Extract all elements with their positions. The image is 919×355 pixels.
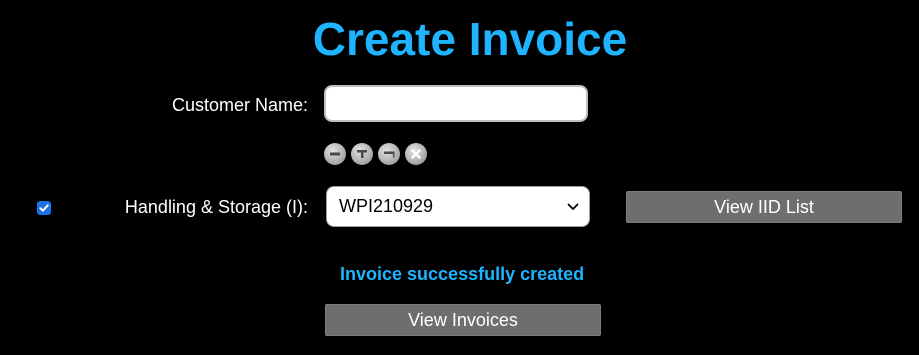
page-title: Create Invoice — [312, 13, 628, 65]
handling-storage-selected-value: WPI210929 — [339, 196, 434, 216]
status-message: Invoice successfully created — [340, 264, 585, 284]
chevron-down-icon — [567, 203, 579, 210]
plus-bar-icon[interactable] — [351, 143, 373, 165]
view-iid-list-button[interactable]: View IID List — [626, 191, 902, 223]
customer-icon-group — [324, 143, 427, 165]
minus-bar-icon[interactable] — [378, 143, 400, 165]
handling-storage-label: Handling & Storage (I): — [124, 197, 308, 217]
handling-storage-select[interactable]: WPI210929 — [326, 186, 590, 227]
close-circle-icon[interactable] — [405, 143, 427, 165]
customer-name-label: Customer Name: — [171, 95, 308, 115]
handling-checkbox[interactable] — [37, 201, 51, 215]
customer-name-input[interactable] — [324, 85, 588, 122]
minus-circle-icon[interactable] — [324, 143, 346, 165]
checkmark-icon — [39, 204, 49, 212]
view-invoices-button[interactable]: View Invoices — [325, 304, 601, 336]
create-invoice-page: Create Invoice Customer Name: Handling &… — [0, 0, 919, 355]
